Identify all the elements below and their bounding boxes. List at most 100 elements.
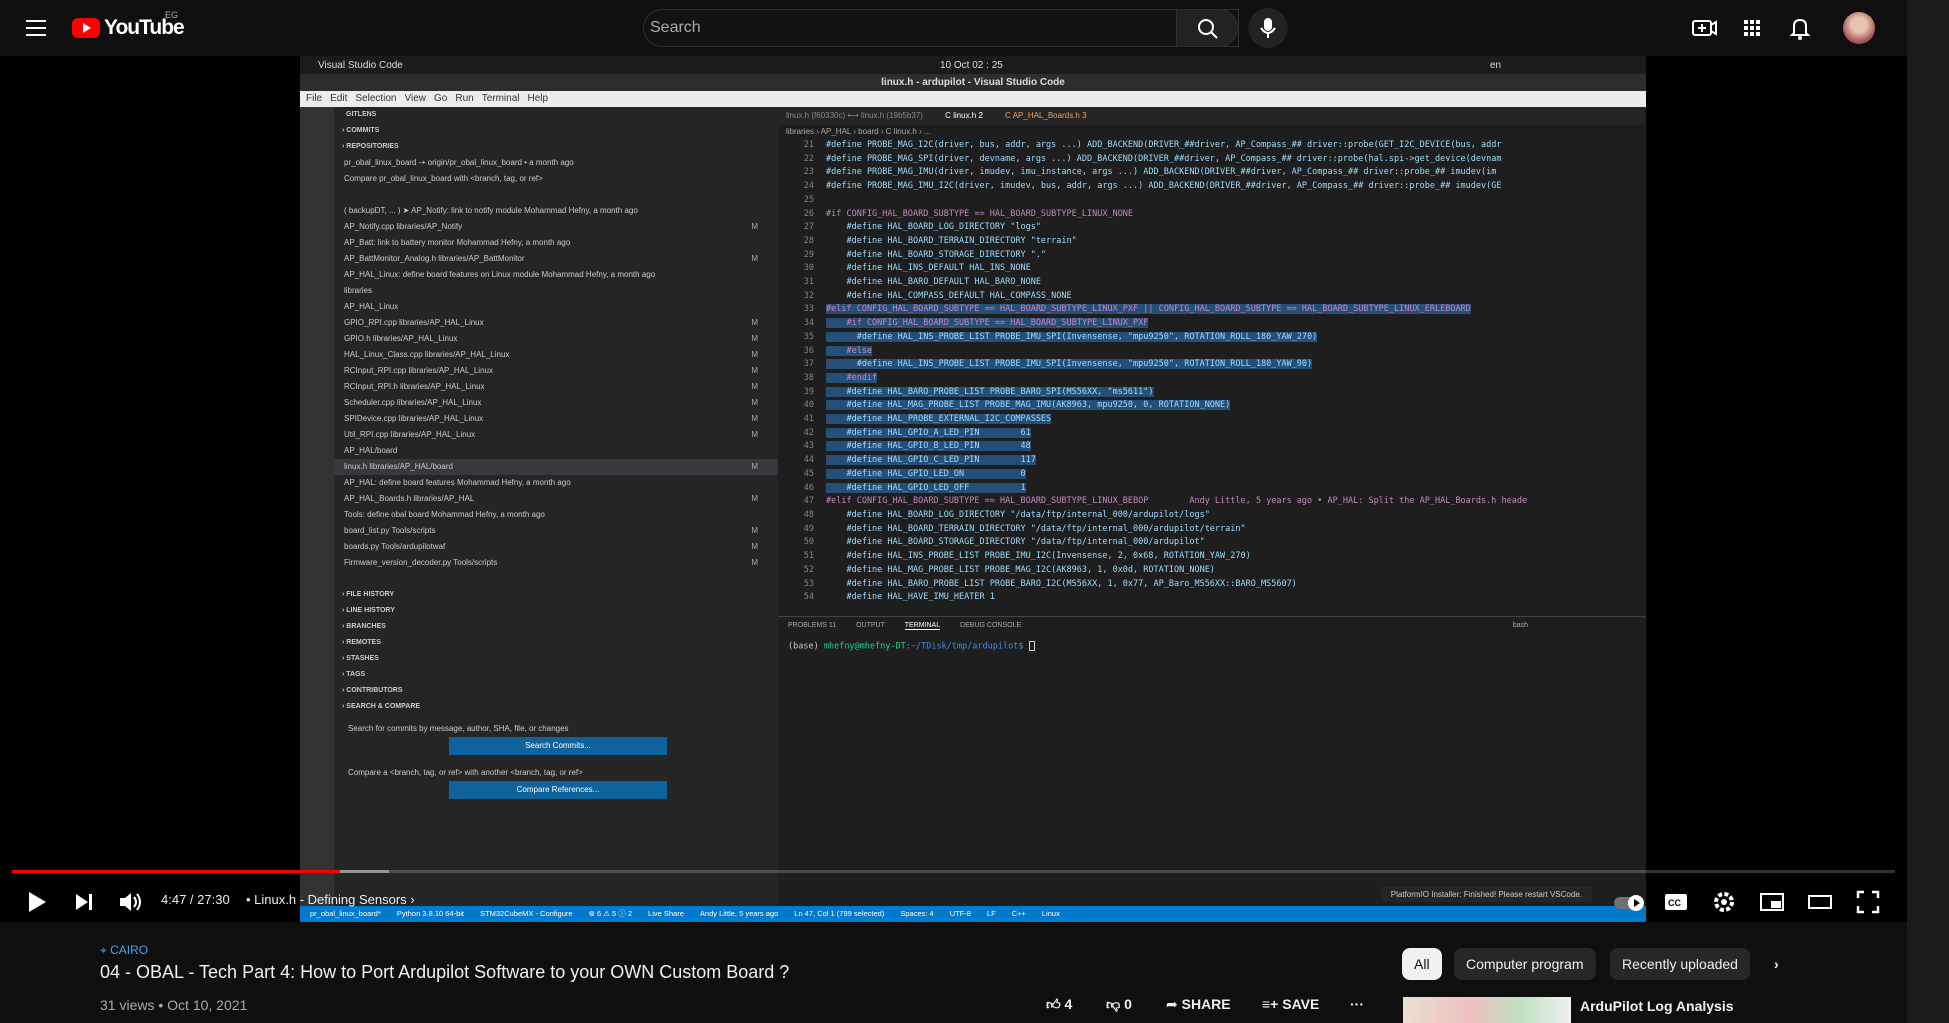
line-number: 35 <box>803 331 814 342</box>
line-number: 47 <box>803 496 814 507</box>
account-avatar[interactable] <box>1843 12 1875 44</box>
code-line: 21 #define PROBE_MAG_I2C(driver, bus, add… <box>778 139 1646 153</box>
current-time: 4:47 <box>161 892 187 907</box>
progress-bar[interactable] <box>12 870 1895 873</box>
gnome-top-bar: Visual Studio Code 10 Oct 02 : 25 en <box>300 56 1646 74</box>
modified-badge: M <box>751 398 758 407</box>
code-line: 49 #define HAL_BOARD_TERRAIN_DIRECTORY "… <box>778 523 1646 537</box>
bell-icon <box>1789 18 1811 40</box>
code-line: 28 #define HAL_BOARD_TERRAIN_DIRECTORY "… <box>778 235 1646 249</box>
code-text: #elif CONFIG_HAL_BOARD_SUBTYPE == HAL_BO… <box>826 304 1471 315</box>
captions-button[interactable]: CC <box>1662 888 1690 916</box>
create-button[interactable] <box>1688 12 1720 44</box>
code-text: #define HAL_INS_DEFAULT HAL_INS_NONE <box>826 263 1031 274</box>
browser-extension-strip <box>1907 0 1949 1023</box>
line-number: 53 <box>803 578 814 589</box>
time-display: 4:47 / 27:30 <box>161 892 230 907</box>
autoplay-toggle[interactable] <box>1612 888 1648 916</box>
fullscreen-button[interactable] <box>1854 888 1882 916</box>
sidebar-title: GITLENS <box>346 111 377 118</box>
voice-search-button[interactable] <box>1248 8 1288 48</box>
chip-all[interactable]: All <box>1402 948 1442 980</box>
notifications-button[interactable] <box>1784 12 1816 44</box>
editor-tab: linux.h (f60330c) ⟷ linux.h (19b5b37) <box>786 111 923 120</box>
line-number: 32 <box>803 290 814 301</box>
save-button[interactable]: ≡+ SAVE <box>1262 996 1319 1012</box>
sidebar-item-label: › REPOSITORIES <box>342 143 399 150</box>
miniplayer-button[interactable] <box>1758 888 1786 916</box>
menu-file: File <box>306 93 323 104</box>
code-line: 27 #define HAL_BOARD_LOG_DIRECTORY "logs… <box>778 221 1646 235</box>
sidebar-item-label: RCInput_RPI.cpp libraries/AP_HAL_Linux <box>344 366 493 375</box>
sidebar-item-label: › BRANCHES <box>342 623 386 630</box>
sidebar-tree-item: HAL_Linux_Class.cpp libraries/AP_HAL_Lin… <box>334 347 778 363</box>
search-button[interactable] <box>1176 9 1238 47</box>
line-number: 51 <box>803 551 814 562</box>
sidebar-tree-item <box>334 187 778 203</box>
search-input[interactable]: Search <box>643 9 1239 47</box>
sidebar-item-label: › LINE HISTORY <box>342 607 395 614</box>
dislike-count: 0 <box>1124 996 1132 1012</box>
share-button[interactable]: ➦ SHARE <box>1166 996 1231 1013</box>
chip-recently-uploaded[interactable]: Recently uploaded <box>1610 948 1750 980</box>
sidebar-item-label: Compare pr_obal_linux_board with <branch… <box>344 174 543 183</box>
sidebar-tree: › COMMITS › REPOSITORIES pr_obal_linux_bo… <box>334 123 778 715</box>
code-text: #define HAL_GPIO_C_LED_PIN 117 <box>826 455 1036 466</box>
menu-icon <box>26 20 46 22</box>
recommended-title[interactable]: ArduPilot Log Analysis <box>1580 998 1734 1014</box>
modified-badge: M <box>751 558 758 567</box>
terminal-user: mhefny@mhefny-DT <box>823 641 906 652</box>
sidebar-item-label: SPIDevice.cpp libraries/AP_HAL_Linux <box>344 414 484 423</box>
code-line: 38 #endif <box>778 372 1646 386</box>
line-number: 25 <box>803 194 814 205</box>
guide-menu-button[interactable] <box>20 14 52 42</box>
code-line: 23 #define PROBE_MAG_IMU(driver, imudev, … <box>778 166 1646 180</box>
more-actions-button[interactable]: ··· <box>1350 996 1364 1012</box>
thumbs-down-icon: 👎︎ <box>1106 996 1125 1012</box>
sidebar-tree-item: board_list.py Tools/scripts M <box>334 523 778 539</box>
theater-mode-button[interactable] <box>1806 888 1834 916</box>
country-code: EG <box>165 10 179 20</box>
mute-button[interactable] <box>116 888 144 916</box>
gitlens-sidebar: GITLENS › COMMITS › REPOSITORIES pr_obal_… <box>334 107 778 906</box>
chips-next-button[interactable]: › <box>1774 956 1779 972</box>
sidebar-tree-item: AP_BattMonitor_Analog.h libraries/AP_Bat… <box>334 251 778 267</box>
play-button[interactable] <box>22 888 50 916</box>
chapter-button[interactable]: • Linux.h - Defining Sensors › <box>246 892 415 907</box>
apps-button[interactable] <box>1736 12 1768 44</box>
miniplayer-icon <box>1760 893 1784 911</box>
chip-computer-program[interactable]: Computer program <box>1454 948 1596 980</box>
code-line: 50 #define HAL_BOARD_STORAGE_DIRECTORY "… <box>778 536 1646 550</box>
code-text: #define PROBE_MAG_SPI(driver, devname, a… <box>826 153 1502 164</box>
sidebar-item-label: › SEARCH & COMPARE <box>342 703 421 710</box>
code-line: 43 #define HAL_GPIO_B_LED_PIN 48 <box>778 440 1646 454</box>
thumbs-up-icon: 👍︎ <box>1046 996 1065 1012</box>
dislike-button[interactable]: 👎︎ 0 <box>1106 996 1132 1013</box>
modified-badge: M <box>751 350 758 359</box>
next-button[interactable] <box>70 888 98 916</box>
video-meta: 31 views • Oct 10, 2021 <box>100 997 248 1013</box>
code-line: 45 #define HAL_GPIO_LED_ON 0 <box>778 468 1646 482</box>
location-pin-icon: ⌖ <box>100 943 111 957</box>
duration: 27:30 <box>197 892 230 907</box>
line-number: 52 <box>803 564 814 575</box>
vscode-editor: linux.h (f60330c) ⟷ linux.h (19b5b37) C … <box>778 107 1646 906</box>
video-location[interactable]: ⌖ CAIRO <box>100 943 148 958</box>
panel-tab-problems: PROBLEMS 11 <box>788 622 837 629</box>
like-button[interactable]: 👍︎ 4 <box>1046 996 1072 1013</box>
code-text: #define HAL_INS_PROBE_LIST PROBE_IMU_SPI… <box>826 331 1318 342</box>
create-video-icon <box>1692 20 1717 36</box>
settings-button[interactable] <box>1710 888 1738 916</box>
code-text: #define HAL_GPIO_LED_ON 0 <box>826 468 1026 479</box>
sidebar-tree-item: AP_Batt: link to battery monitor Mohamma… <box>334 235 778 251</box>
sidebar-tree-item: Tools: define obal board Mohammad Hefny,… <box>334 507 778 523</box>
menu-edit: Edit <box>330 93 348 104</box>
modified-badge: M <box>751 366 758 375</box>
code-line: 25 <box>778 194 1646 208</box>
recommended-thumbnail[interactable] <box>1403 997 1571 1023</box>
sidebar-section-header: › COMMITS <box>334 123 778 139</box>
youtube-logo[interactable]: YouTube EG <box>72 10 185 40</box>
youtube-play-icon <box>72 18 100 38</box>
sidebar-tree-item: boards.py Tools/ardupilotwaf M <box>334 539 778 555</box>
editor-tabs: linux.h (f60330c) ⟷ linux.h (19b5b37) C … <box>778 107 1646 125</box>
